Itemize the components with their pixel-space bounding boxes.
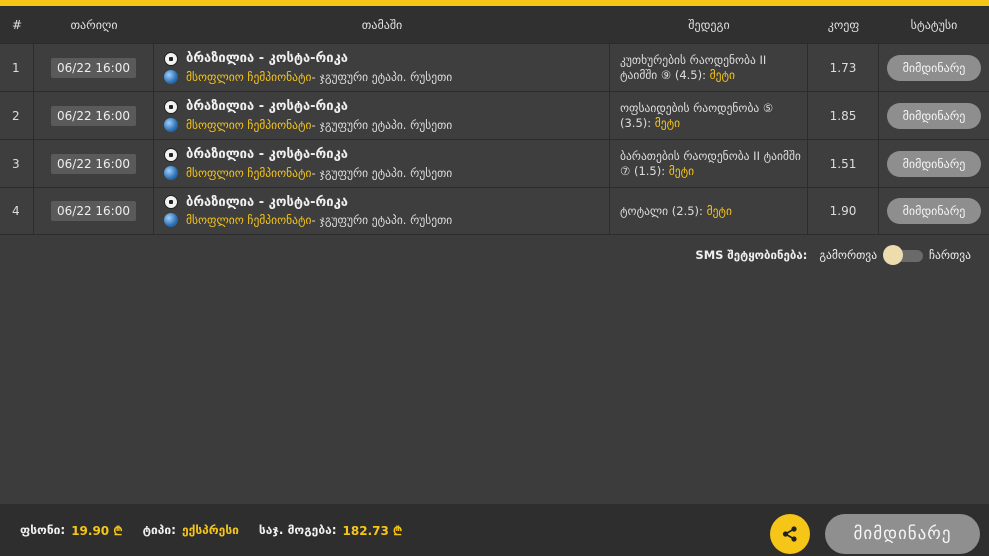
tournament-stage: ჯგუფური ეტაპი. რუსეთი [319, 165, 453, 180]
status-badge: მიმდინარე [887, 102, 981, 129]
row-number: 4 [0, 188, 34, 234]
tournament-stage: ჯგუფური ეტაპი. რუსეთი [319, 117, 453, 132]
tournament-name[interactable]: მსოფლიო ჩემპიონატი [186, 213, 311, 227]
header-status: სტატუსი [910, 17, 958, 32]
sms-off-label[interactable]: გამორთვა [819, 248, 877, 262]
row-number: 2 [0, 92, 34, 139]
separator: - [311, 117, 316, 132]
globe-icon [164, 213, 178, 227]
row-outcome-cell: ბარათების რაოდენობა II ტაიმში ⑦ (1.5): მ… [610, 140, 808, 187]
match-name[interactable]: ბრაზილია - კოსტა-რიკა [186, 99, 348, 114]
stake-value: 19.90 ₾ [71, 523, 123, 538]
row-status-cell: მიმდინარე [879, 44, 989, 91]
row-odds: 1.51 [808, 140, 879, 187]
tournament-name[interactable]: მსოფლიო ჩემპიონატი [186, 70, 311, 84]
row-odds: 1.73 [808, 44, 879, 91]
row-number: 1 [0, 44, 34, 91]
row-game-cell: ბრაზილია - კოსტა-რიკა მსოფლიო ჩემპიონატი… [154, 44, 610, 91]
soccer-ball-icon [164, 51, 178, 66]
outcome-text: ტოტალი (2.5): [620, 203, 703, 218]
toggle-knob[interactable] [883, 245, 904, 265]
type-value: ექსპრესი [181, 523, 239, 537]
header-odds: კოეფ [827, 17, 860, 32]
table-header: # თარიღი თამაში შედეგი კოეფ სტატუსი [0, 6, 989, 43]
tournament-name[interactable]: მსოფლიო ჩემპიონატი [186, 118, 311, 132]
tournament-stage: ჯგუფური ეტაპი. რუსეთი [319, 69, 453, 84]
outcome-text: ბარათების რაოდენობა II ტაიმში ⑦ (1.5): [620, 148, 801, 178]
share-button[interactable] [770, 514, 810, 554]
soccer-ball-icon [164, 147, 178, 162]
soccer-ball-icon [164, 99, 178, 114]
row-game-cell: ბრაზილია - კოსტა-რიკა მსოფლიო ჩემპიონატი… [154, 188, 610, 234]
outcome-pick: მეტი [668, 163, 695, 178]
row-date-cell: 06/22 16:00 [34, 140, 154, 187]
bet-status-button[interactable]: მიმდინარე [825, 514, 980, 554]
globe-icon [164, 165, 178, 180]
separator: - [311, 213, 316, 227]
separator: - [311, 69, 316, 84]
tournament-name[interactable]: მსოფლიო ჩემპიონატი [186, 166, 311, 180]
table-row: 3 06/22 16:00 ბრაზილია - კოსტა-რიკა მსოფ… [0, 139, 989, 187]
row-status-cell: მიმდინარე [879, 188, 989, 234]
header-number: # [11, 17, 23, 32]
row-date: 06/22 16:00 [51, 153, 136, 174]
row-date: 06/22 16:00 [51, 201, 136, 221]
outcome-pick: მეტი [654, 115, 681, 130]
row-game-cell: ბრაზილია - კოსტა-რიკა მსოფლიო ჩემპიონატი… [154, 92, 610, 139]
outcome-text: კუთხურების რაოდენობა II ტაიმში ⑨ (4.5): [620, 52, 767, 82]
header-outcome: შედეგი [688, 17, 730, 32]
sms-notification-bar: SMS შეტყობინება: გამორთვა ჩართვა [695, 245, 971, 265]
sms-on-label[interactable]: ჩართვა [929, 248, 971, 262]
header-date: თარიღი [70, 17, 118, 32]
row-status-cell: მიმდინარე [879, 92, 989, 139]
sms-label: SMS შეტყობინება: [695, 248, 808, 262]
row-odds: 1.85 [808, 92, 879, 139]
sms-toggle[interactable] [883, 245, 924, 265]
table-row: 1 06/22 16:00 ბრაზილია - კოსტა-რიკა მსოფ… [0, 43, 989, 91]
row-status-cell: მიმდინარე [879, 140, 989, 187]
separator: - [311, 165, 316, 180]
status-badge: მიმდინარე [887, 198, 981, 224]
match-name[interactable]: ბრაზილია - კოსტა-რიკა [186, 51, 348, 66]
row-date-cell: 06/22 16:00 [34, 188, 154, 234]
globe-icon [164, 117, 178, 132]
soccer-ball-icon [164, 195, 178, 209]
outcome-pick: მეტი [706, 203, 732, 218]
winnings-label: საჯ. მოგება: [258, 523, 337, 537]
row-outcome-cell: ოფსაიდების რაოდენობა ⑤ (3.5): მეტი [610, 92, 808, 139]
globe-icon [164, 69, 178, 84]
share-icon [782, 526, 797, 542]
bet-summary-footer: ფსონი: 19.90 ₾ ტიპი: ექსპრესი საჯ. მოგებ… [0, 504, 989, 556]
row-outcome-cell: ტოტალი (2.5): მეტი [610, 188, 808, 234]
table-row: 4 06/22 16:00 ბრაზილია - კოსტა-რიკა მსოფ… [0, 187, 989, 235]
row-odds: 1.90 [808, 188, 879, 234]
tournament-stage: ჯგუფური ეტაპი. რუსეთი [319, 213, 453, 227]
match-name[interactable]: ბრაზილია - კოსტა-რიკა [186, 195, 348, 210]
header-game: თამაში [361, 17, 403, 32]
status-badge: მიმდინარე [887, 150, 981, 177]
row-date-cell: 06/22 16:00 [34, 44, 154, 91]
stake-label: ფსონი: [20, 523, 66, 537]
row-outcome-cell: კუთხურების რაოდენობა II ტაიმში ⑨ (4.5): … [610, 44, 808, 91]
match-name[interactable]: ბრაზილია - კოსტა-რიკა [186, 147, 348, 162]
winnings-value: 182.73 ₾ [342, 523, 403, 538]
outcome-pick: მეტი [709, 67, 735, 82]
row-date: 06/22 16:00 [51, 105, 136, 126]
row-number: 3 [0, 140, 34, 187]
row-date-cell: 06/22 16:00 [34, 92, 154, 139]
row-game-cell: ბრაზილია - კოსტა-რიკა მსოფლიო ჩემპიონატი… [154, 140, 610, 187]
row-date: 06/22 16:00 [51, 57, 136, 78]
outcome-text: ოფსაიდების რაოდენობა ⑤ (3.5): [620, 100, 774, 130]
bets-table: # თარიღი თამაში შედეგი კოეფ სტატუსი 1 06… [0, 6, 989, 235]
status-badge: მიმდინარე [887, 54, 981, 81]
table-row: 2 06/22 16:00 ბრაზილია - კოსტა-რიკა მსოფ… [0, 91, 989, 139]
type-label: ტიპი: [142, 523, 176, 537]
